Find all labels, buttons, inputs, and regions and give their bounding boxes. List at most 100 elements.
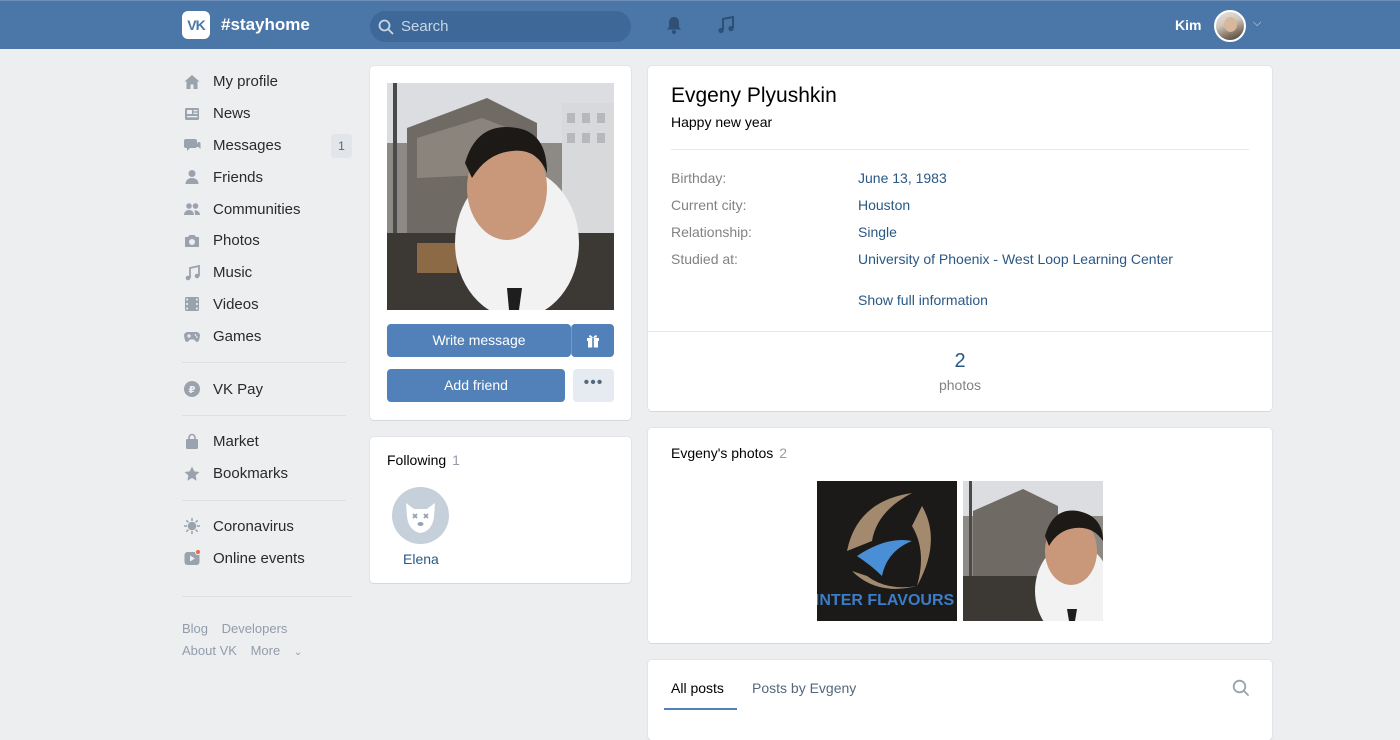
sidebar-item-games[interactable]: Games (182, 320, 354, 352)
footer-link-more-label: More (250, 643, 281, 658)
sidebar-item-coronavirus[interactable]: Coronavirus (182, 511, 354, 543)
profile-photo-image (387, 83, 614, 310)
bell-icon[interactable] (663, 14, 685, 36)
tab-all-posts[interactable]: All posts (671, 680, 724, 696)
chevron-down-icon[interactable]: ⌵ (1253, 17, 1261, 30)
more-actions-button[interactable]: ••• (573, 369, 614, 402)
info-label-birthday: Birthday: (671, 170, 727, 186)
brand-title[interactable]: #stayhome (221, 15, 310, 35)
footer-link-about[interactable]: About VK (182, 643, 237, 658)
videos-icon (182, 296, 201, 312)
sidebar-item-messages[interactable]: Messages 1 (182, 130, 354, 162)
sidebar-item-label: Music (213, 264, 253, 282)
nav-divider (182, 414, 346, 416)
posts-card: All posts Posts by Evgeny (648, 660, 1272, 740)
sidebar-item-photos[interactable]: Photos (182, 225, 354, 257)
sidebar-item-market[interactable]: Market (182, 426, 354, 458)
sidebar-item-label: Photos (213, 232, 260, 250)
search-input[interactable]: Search (370, 11, 631, 42)
sidebar-item-videos[interactable]: Videos (182, 289, 354, 321)
gift-icon (587, 335, 599, 348)
sidebar: My profile News Messages 1 Friends Commu… (182, 66, 354, 574)
sidebar-item-label: Bookmarks (213, 465, 289, 483)
show-full-info-link[interactable]: Show full information (858, 292, 988, 308)
sidebar-item-label: Online events (213, 549, 305, 567)
market-icon (182, 433, 201, 450)
sidebar-item-vk-pay[interactable]: ₽ VK Pay (182, 373, 354, 405)
nav-divider (182, 499, 346, 501)
info-value-birthday[interactable]: June 13, 1983 (858, 170, 947, 186)
gift-button[interactable] (571, 324, 614, 357)
tab-posts-by-owner[interactable]: Posts by Evgeny (752, 680, 856, 696)
search-icon (378, 19, 394, 35)
photos-header[interactable]: Evgeny's photos 2 (671, 445, 787, 461)
active-tab-indicator (664, 708, 737, 710)
nav-divider (182, 362, 346, 364)
search-icon[interactable] (1232, 679, 1250, 697)
vkpay-icon: ₽ (182, 381, 201, 398)
page-title: Evgeny Plyushkin (671, 84, 837, 107)
photo-thumbnail[interactable] (963, 481, 1103, 621)
winter-flavours-logo-image: WINTER FLAVOURS (817, 481, 957, 621)
search-placeholder: Search (401, 18, 449, 35)
communities-icon (182, 201, 201, 217)
sidebar-item-bookmarks[interactable]: Bookmarks (182, 458, 354, 490)
footer-link-more[interactable]: More ⌄ (251, 643, 313, 658)
profile-photo-thumb-image (963, 481, 1103, 621)
music-note-icon[interactable] (715, 14, 737, 36)
virus-icon (182, 518, 201, 535)
info-label-relationship: Relationship: (671, 224, 752, 240)
photos-counter-value[interactable]: 2 (648, 350, 1272, 373)
profile-photo[interactable] (387, 83, 614, 310)
sidebar-item-label: Market (213, 433, 259, 451)
sidebar-item-label: Communities (213, 200, 301, 218)
news-icon (182, 106, 201, 122)
sidebar-item-friends[interactable]: Friends (182, 161, 354, 193)
info-value-city[interactable]: Houston (858, 197, 910, 213)
sidebar-item-label: Friends (213, 168, 264, 186)
profile-status: Happy new year (671, 114, 773, 130)
sidebar-item-online-events[interactable]: Online events (182, 542, 354, 574)
online-events-icon (182, 549, 201, 566)
following-header[interactable]: Following 1 (387, 452, 460, 468)
following-count: 1 (452, 452, 460, 468)
sidebar-item-label: Messages (213, 136, 282, 154)
following-card: Following 1 Elena (370, 437, 631, 583)
sidebar-item-label: My profile (213, 73, 279, 91)
photo-thumbnail[interactable]: WINTER FLAVOURS (817, 481, 957, 621)
info-value-relationship[interactable]: Single (858, 224, 897, 240)
sidebar-item-label: Videos (213, 295, 259, 313)
user-name[interactable]: Kim (1175, 17, 1201, 33)
photos-counter-label[interactable]: photos (648, 377, 1272, 393)
photos-card: Evgeny's photos 2 WINTER FLAVOURS (648, 428, 1272, 643)
sidebar-item-my-profile[interactable]: My profile (182, 66, 354, 98)
profile-info-card: Evgeny Plyushkin Happy new year Birthday… (648, 66, 1272, 411)
footer-link-blog[interactable]: Blog (182, 621, 208, 636)
friends-icon (182, 169, 201, 185)
write-message-button[interactable]: Write message (387, 324, 571, 357)
sidebar-item-label: Coronavirus (213, 517, 294, 535)
footer-link-developers[interactable]: Developers (222, 621, 288, 636)
info-value-studied[interactable]: University of Phoenix - West Loop Learni… (858, 251, 1173, 267)
info-label-studied: Studied at: (671, 251, 738, 267)
profile-photo-card: Write message Add friend ••• (370, 66, 631, 420)
footer-divider (182, 596, 352, 597)
user-avatar[interactable] (1214, 10, 1246, 42)
following-title: Following (387, 452, 447, 468)
vk-logo-icon[interactable]: VK (182, 11, 210, 39)
sidebar-item-label: VK Pay (213, 380, 264, 398)
music-icon (182, 264, 201, 281)
sidebar-item-communities[interactable]: Communities (182, 193, 354, 225)
sidebar-item-news[interactable]: News (182, 98, 354, 130)
deactivated-dog-icon (392, 487, 449, 544)
photos-count: 2 (779, 445, 788, 461)
friend-name[interactable]: Elena (403, 551, 439, 567)
friend-avatar[interactable] (392, 487, 449, 544)
unread-badge[interactable]: 1 (331, 133, 352, 158)
sidebar-item-music[interactable]: Music (182, 257, 354, 289)
photos-title: Evgeny's photos (671, 445, 774, 461)
add-friend-button[interactable]: Add friend (387, 369, 565, 402)
info-divider (671, 149, 1249, 150)
winter-flavours-logo-text: WINTER FLAVOURS (817, 592, 955, 609)
star-icon (182, 466, 201, 482)
